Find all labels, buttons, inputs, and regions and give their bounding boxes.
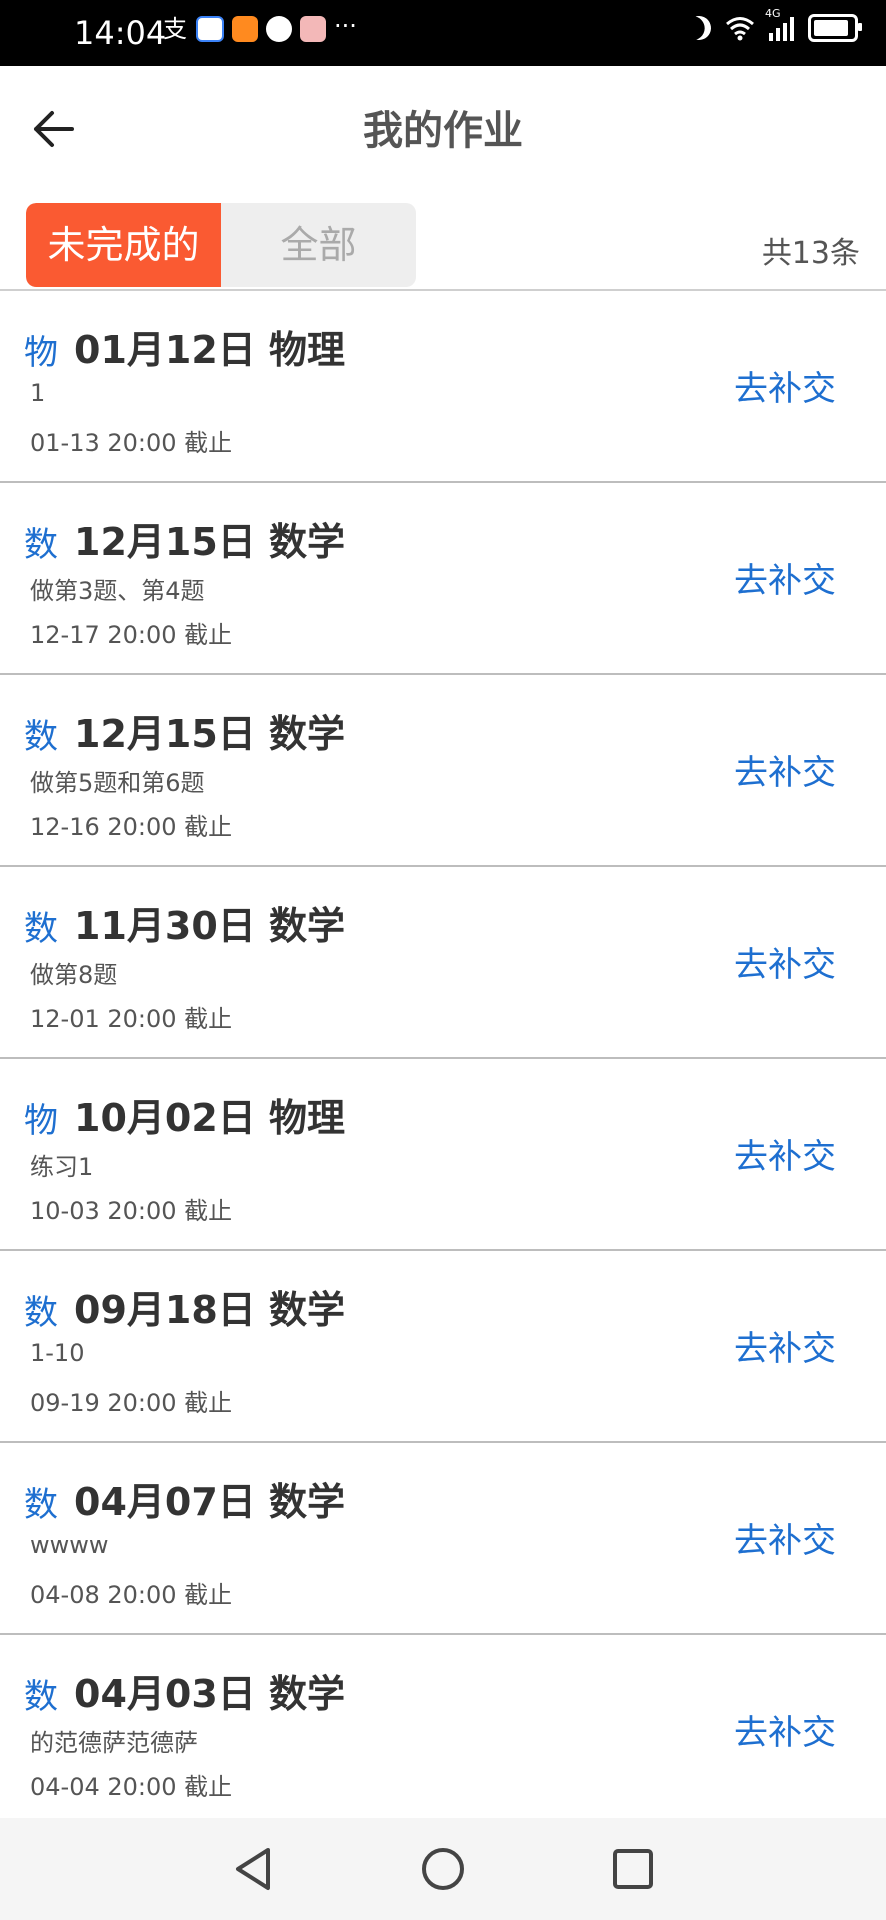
- more-dots-icon: ···: [334, 12, 357, 40]
- subject-badge: 数: [24, 1485, 58, 1525]
- list-item[interactable]: 数 12月15日 数学 做第5题和第6题 12-16 20:00 截止 去补交: [0, 675, 886, 867]
- item-title: 04月03日 数学: [74, 1672, 345, 1716]
- item-deadline: 04-04 20:00 截止: [30, 1773, 233, 1801]
- item-description: 1: [30, 379, 46, 407]
- homework-list: 物 01月12日 物理 1 01-13 20:00 截止 去补交 数 12月15…: [0, 291, 886, 1827]
- item-title: 12月15日 数学: [74, 712, 345, 756]
- system-nav-bar: [0, 1818, 886, 1920]
- item-title: 11月30日 数学: [74, 904, 345, 948]
- ball-icon: [266, 16, 292, 42]
- resubmit-button[interactable]: 去补交: [734, 361, 836, 410]
- item-description: 的范德萨范德萨: [30, 1729, 198, 1757]
- back-triangle-icon[interactable]: [230, 1846, 276, 1892]
- list-item[interactable]: 物 01月12日 物理 1 01-13 20:00 截止 去补交: [0, 291, 886, 483]
- tab-incomplete[interactable]: 未完成的: [26, 203, 221, 287]
- item-deadline: 09-19 20:00 截止: [30, 1389, 233, 1417]
- item-description: 做第8题: [30, 961, 118, 989]
- item-deadline: 01-13 20:00 截止: [30, 429, 233, 457]
- item-title: 09月18日 数学: [74, 1288, 345, 1332]
- total-count: 共13条: [761, 236, 860, 271]
- subject-badge: 数: [24, 717, 58, 757]
- subject-badge: 数: [24, 909, 58, 949]
- item-title: 01月12日 物理: [74, 328, 345, 372]
- recents-square-icon[interactable]: [610, 1846, 656, 1892]
- video-icon: [232, 16, 258, 42]
- item-title: 10月02日 物理: [74, 1096, 345, 1140]
- item-description: 做第5题和第6题: [30, 769, 205, 797]
- item-description: wwww: [30, 1531, 109, 1559]
- wifi-icon: [726, 17, 754, 41]
- subject-badge: 数: [24, 1293, 58, 1333]
- item-deadline: 12-17 20:00 截止: [30, 621, 233, 649]
- resubmit-button[interactable]: 去补交: [734, 937, 836, 986]
- item-deadline: 12-01 20:00 截止: [30, 1005, 233, 1033]
- item-title: 12月15日 数学: [74, 520, 345, 564]
- resubmit-button[interactable]: 去补交: [734, 1513, 836, 1562]
- list-item[interactable]: 数 12月15日 数学 做第3题、第4题 12-17 20:00 截止 去补交: [0, 483, 886, 675]
- subject-badge: 物: [24, 1101, 58, 1141]
- list-item[interactable]: 数 04月03日 数学 的范德萨范德萨 04-04 20:00 截止 去补交: [0, 1635, 886, 1827]
- item-description: 练习1: [30, 1153, 94, 1181]
- list-item[interactable]: 物 10月02日 物理 练习1 10-03 20:00 截止 去补交: [0, 1059, 886, 1251]
- cell-signal-icon: 4G: [765, 7, 794, 41]
- tab-all[interactable]: 全部: [221, 203, 416, 287]
- alipay-icon: 支: [163, 15, 187, 43]
- item-description: 1-10: [30, 1339, 85, 1367]
- box-icon: [300, 16, 326, 42]
- item-deadline: 10-03 20:00 截止: [30, 1197, 233, 1225]
- item-description: 做第3题、第4题: [30, 577, 205, 605]
- item-title: 04月07日 数学: [74, 1480, 345, 1524]
- home-circle-icon[interactable]: [420, 1846, 466, 1892]
- resubmit-button[interactable]: 去补交: [734, 1705, 836, 1754]
- subject-badge: 物: [24, 333, 58, 373]
- status-time: 14:04: [74, 14, 167, 52]
- subject-badge: 数: [24, 525, 58, 565]
- chat-icon: [196, 16, 224, 42]
- resubmit-button[interactable]: 去补交: [734, 553, 836, 602]
- list-item[interactable]: 数 04月07日 数学 wwww 04-08 20:00 截止 去补交: [0, 1443, 886, 1635]
- list-item[interactable]: 数 09月18日 数学 1-10 09-19 20:00 截止 去补交: [0, 1251, 886, 1443]
- list-item[interactable]: 数 11月30日 数学 做第8题 12-01 20:00 截止 去补交: [0, 867, 886, 1059]
- resubmit-button[interactable]: 去补交: [734, 1321, 836, 1370]
- status-bar: 14:04 支 ··· 4G: [0, 0, 886, 66]
- app-header: 我的作业: [0, 66, 886, 184]
- subject-badge: 数: [24, 1677, 58, 1717]
- filter-tabs: 未完成的 全部: [26, 203, 416, 287]
- network-type-label: 4G: [765, 7, 781, 20]
- item-deadline: 12-16 20:00 截止: [30, 813, 233, 841]
- resubmit-button[interactable]: 去补交: [734, 745, 836, 794]
- item-deadline: 04-08 20:00 截止: [30, 1581, 233, 1609]
- system-icons: 4G: [684, 7, 862, 44]
- do-not-disturb-icon: [684, 13, 715, 44]
- notification-icons: 支 ···: [162, 12, 357, 43]
- battery-icon: [808, 14, 862, 42]
- resubmit-button[interactable]: 去补交: [734, 1129, 836, 1178]
- page-title: 我的作业: [363, 108, 523, 154]
